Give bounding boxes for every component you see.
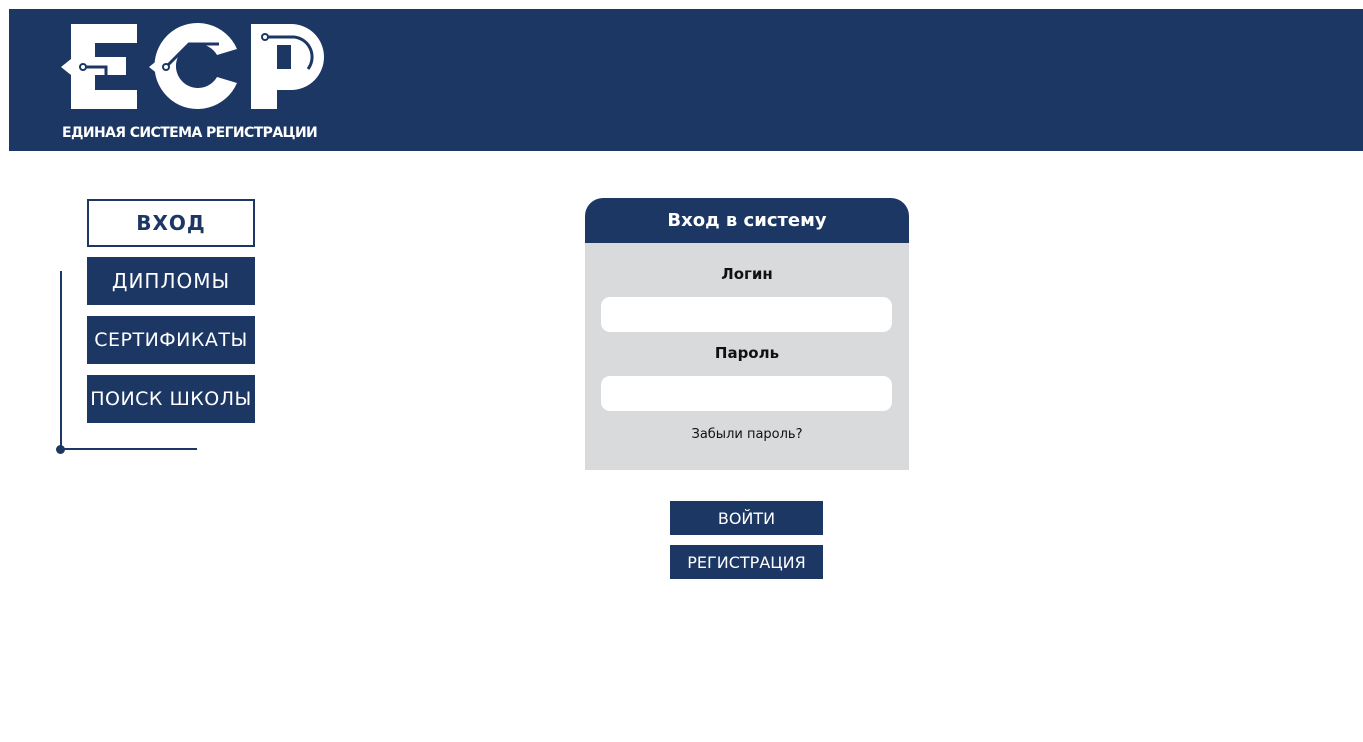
nav-decor-line: [60, 271, 62, 450]
nav-login[interactable]: ВХОД: [87, 199, 255, 247]
logo-caption: ЕДИНАЯ СИСТЕМА РЕГИСТРАЦИИ: [62, 125, 318, 141]
login-form: Вход в систему Логин Пароль Забыли парол…: [585, 198, 909, 470]
logo-mark: [61, 23, 324, 110]
login-button[interactable]: ВОЙТИ: [670, 501, 823, 535]
login-label: Логин: [721, 265, 773, 283]
nav-school-search[interactable]: ПОИСК ШКОЛЫ: [87, 375, 255, 423]
nav-certificates[interactable]: СЕРТИФИКАТЫ: [87, 316, 255, 364]
nav-decor-line: [60, 448, 197, 450]
logo[interactable]: ЕДИНАЯ СИСТЕМА РЕГИСТРАЦИИ: [59, 21, 339, 141]
login-form-body: Логин Пароль Забыли пароль?: [585, 243, 909, 470]
site-header: ЕДИНАЯ СИСТЕМА РЕГИСТРАЦИИ: [9, 9, 1363, 151]
nav-decor-dot: [56, 445, 65, 454]
forgot-password-link[interactable]: Забыли пароль?: [585, 427, 909, 442]
login-input[interactable]: [601, 297, 892, 332]
password-input[interactable]: [601, 376, 892, 411]
password-label: Пароль: [714, 344, 780, 362]
register-button[interactable]: РЕГИСТРАЦИЯ: [670, 545, 823, 579]
nav-diplomas[interactable]: ДИПЛОМЫ: [87, 257, 255, 305]
login-title: Вход в систему: [585, 198, 909, 243]
